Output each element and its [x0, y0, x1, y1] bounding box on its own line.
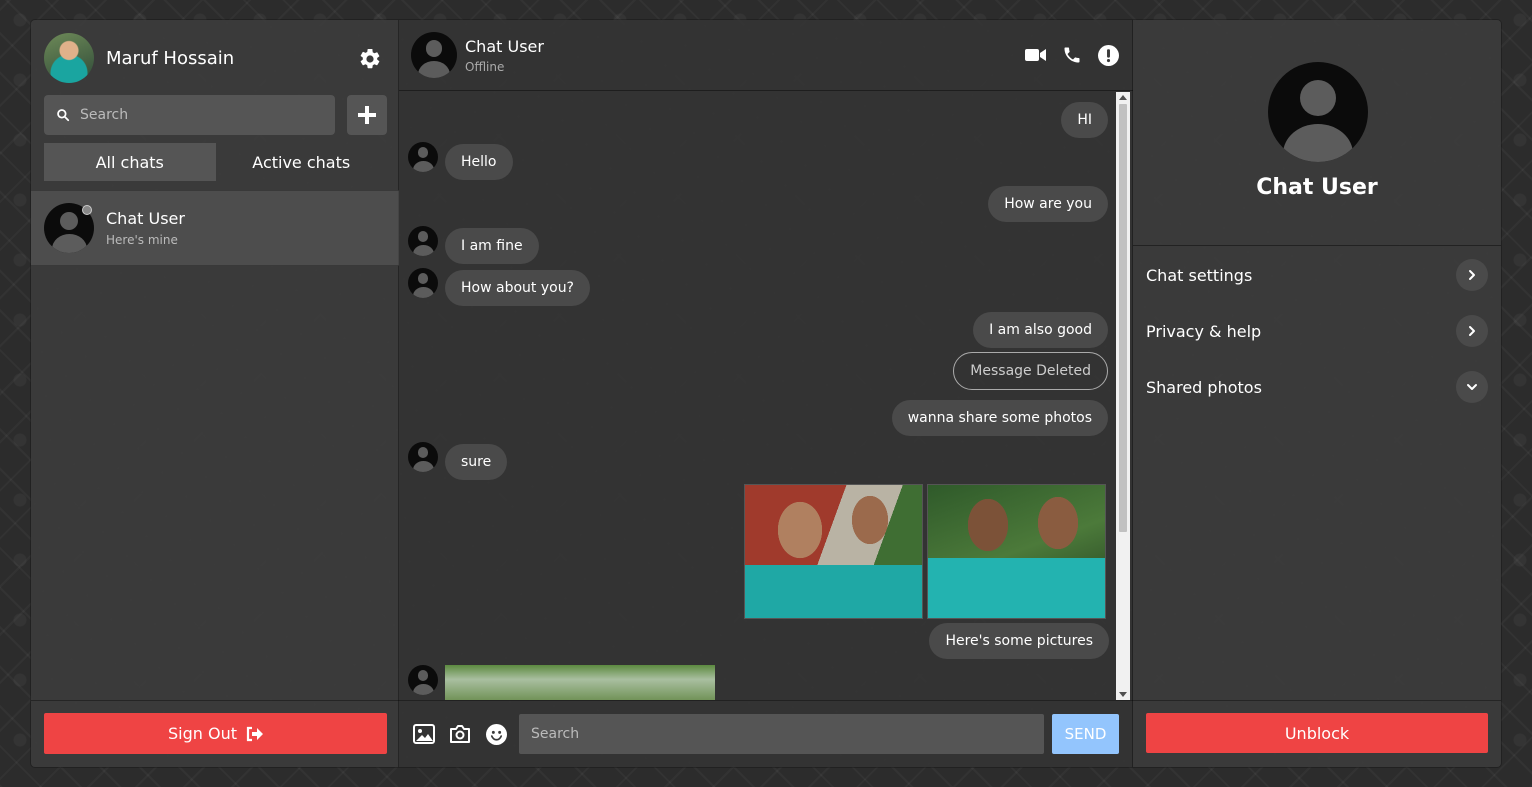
- option-label: Privacy & help: [1146, 321, 1262, 341]
- exclamation-circle-icon: [1097, 44, 1119, 66]
- chat-item-preview: Here's mine: [106, 233, 178, 247]
- chat-header-name: Chat User: [465, 36, 544, 56]
- user-profile: Maruf Hossain: [44, 33, 234, 83]
- message-bubble-incoming: sure: [445, 444, 508, 480]
- message-scrollbar[interactable]: [1116, 92, 1130, 700]
- sidebar: Maruf Hossain All chats Active chats: [31, 20, 399, 767]
- message-list[interactable]: HI Hello How are you I am fine How about…: [399, 92, 1130, 700]
- phone-icon: [1064, 47, 1080, 63]
- message-bubble-incoming: I am fine: [445, 228, 539, 264]
- search-icon: [57, 109, 70, 122]
- sidebar-footer: Sign Out: [31, 700, 399, 767]
- shared-photos-option[interactable]: Shared photos: [1146, 370, 1488, 404]
- search-box: [44, 95, 335, 135]
- scroll-down-arrow[interactable]: [1119, 692, 1127, 697]
- attach-image-button[interactable]: [413, 723, 435, 745]
- tab-all-chats[interactable]: All chats: [44, 143, 216, 181]
- offline-status-dot: [82, 205, 92, 215]
- chevron-right-icon: [1456, 315, 1488, 347]
- message-bubble-outgoing: wanna share some photos: [891, 400, 1108, 436]
- camera-icon: [450, 725, 470, 743]
- add-chat-button[interactable]: [347, 95, 387, 135]
- message-composer: SEND: [399, 700, 1133, 767]
- voice-call-button[interactable]: [1061, 44, 1083, 66]
- chat-header-avatar[interactable]: [411, 32, 457, 78]
- send-button[interactable]: SEND: [1052, 714, 1119, 754]
- image-icon: [413, 724, 435, 744]
- chat-main: Chat User Offline HI Hello How are you I…: [399, 20, 1133, 767]
- sign-out-icon: [246, 726, 263, 741]
- message-avatar: [408, 665, 438, 695]
- chat-header-status: Offline: [465, 59, 505, 74]
- gear-icon: [360, 48, 380, 69]
- option-label: Shared photos: [1146, 377, 1262, 397]
- chat-list-item[interactable]: Chat User Here's mine: [31, 190, 399, 266]
- chevron-right-icon: [1456, 259, 1488, 291]
- details-name: Chat User: [1256, 175, 1378, 200]
- message-avatar: [408, 442, 438, 472]
- message-avatar: [408, 268, 438, 298]
- chat-app-window: Maruf Hossain All chats Active chats: [31, 20, 1501, 767]
- details-footer: Unblock: [1133, 700, 1501, 767]
- sign-out-label: Sign Out: [168, 724, 237, 743]
- chat-header: Chat User Offline: [399, 20, 1133, 91]
- sign-out-button[interactable]: Sign Out: [44, 713, 387, 754]
- plus-icon: [358, 106, 376, 124]
- chat-tabs: All chats Active chats: [44, 143, 387, 181]
- details-panel: Chat User Chat settings Privacy & help S…: [1133, 20, 1501, 767]
- message-avatar: [408, 226, 438, 256]
- details-avatar: [1268, 62, 1368, 162]
- profile-name: Maruf Hossain: [106, 47, 235, 69]
- user-avatar[interactable]: [44, 33, 94, 83]
- chevron-down-icon: [1456, 371, 1488, 403]
- settings-button[interactable]: [357, 46, 383, 72]
- shared-photo[interactable]: [744, 484, 923, 619]
- message-bubble-outgoing: HI: [1061, 102, 1108, 138]
- details-header: Chat User: [1133, 20, 1501, 246]
- shared-photo[interactable]: [445, 665, 715, 700]
- smiley-icon: [485, 723, 507, 745]
- info-button[interactable]: [1097, 44, 1119, 66]
- message-bubble-outgoing: Here's some pictures: [929, 623, 1109, 659]
- camera-button[interactable]: [449, 723, 471, 745]
- emoji-button[interactable]: [485, 723, 507, 745]
- shared-photo[interactable]: [927, 484, 1106, 619]
- message-bubble-outgoing: I am also good: [973, 312, 1108, 348]
- privacy-help-option[interactable]: Privacy & help: [1146, 314, 1488, 348]
- video-call-button[interactable]: [1025, 44, 1047, 66]
- message-bubble-incoming: Hello: [445, 144, 513, 180]
- message-input[interactable]: [519, 714, 1044, 754]
- search-input[interactable]: [80, 107, 320, 123]
- option-label: Chat settings: [1146, 265, 1253, 285]
- scrollbar-thumb[interactable]: [1119, 104, 1127, 532]
- chat-settings-option[interactable]: Chat settings: [1146, 258, 1488, 292]
- video-camera-icon: [1025, 49, 1046, 61]
- scroll-up-arrow[interactable]: [1119, 95, 1127, 100]
- unblock-button[interactable]: Unblock: [1146, 713, 1488, 753]
- tab-active-chats[interactable]: Active chats: [216, 143, 388, 181]
- message-avatar: [408, 142, 438, 172]
- message-bubble-incoming: How about you?: [445, 270, 590, 306]
- deleted-message-bubble: Message Deleted: [953, 352, 1108, 390]
- chat-item-name: Chat User: [106, 209, 185, 228]
- message-bubble-outgoing: How are you: [988, 186, 1108, 222]
- chat-header-actions: [1025, 44, 1119, 66]
- chat-item-text: Chat User Here's mine: [106, 209, 185, 247]
